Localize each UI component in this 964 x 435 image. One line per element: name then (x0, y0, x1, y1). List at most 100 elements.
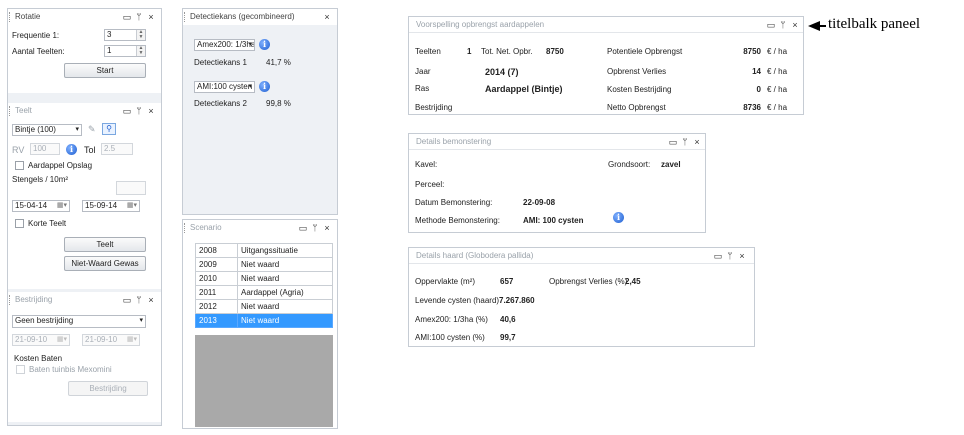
calendar-icon[interactable]: ▦▾ (127, 201, 137, 211)
aantal-teelten-stepper[interactable]: 1 ▲ ▼ (104, 45, 146, 57)
stengels-label: Stengels / 10m² (12, 175, 69, 184)
annotation-label: titelbalk paneel (828, 16, 921, 32)
search-binoculars-icon[interactable]: ⚲ (102, 123, 116, 135)
frequentie-label: Frequentie 1: (12, 31, 60, 40)
teelt-button[interactable]: Teelt (64, 237, 146, 252)
scenario-titlebar[interactable]: Scenario ▭ ᛘ × (183, 220, 337, 236)
info-icon[interactable]: i (613, 212, 624, 223)
detectiekans-titlebar[interactable]: Detectiekans (gecombineerd) × (183, 9, 337, 25)
stepper-arrows-icon[interactable]: ▲ ▼ (136, 30, 145, 40)
korte-teelt-label: Korte Teelt (28, 219, 67, 228)
rv-label: RV (12, 145, 25, 155)
close-icon[interactable]: × (145, 292, 157, 308)
bemonstering-panel: Details bemonstering ▭ ᛘ × Kavel: Grondsoo… (408, 133, 706, 233)
scenario-year: 2012 (195, 299, 238, 314)
bestrijding-end-date: 21-09-10 ▦▾ (82, 334, 140, 346)
scenario-year: 2008 (195, 243, 238, 258)
restore-icon[interactable]: ▭ (667, 134, 679, 150)
korte-teelt-checkbox[interactable] (15, 219, 24, 228)
kosten-bestrijding-label: Kosten Bestrijding (607, 85, 672, 94)
potentiele-opbrengst-label: Potentiele Opbrengst (607, 47, 683, 56)
pin-icon[interactable]: ᛘ (133, 292, 145, 308)
info-icon[interactable]: i (259, 81, 270, 92)
haard-titlebar[interactable]: Details haard (Globodera pallida) ▭ ᛘ × (409, 248, 754, 264)
stepper-arrows-icon[interactable]: ▲ ▼ (136, 46, 145, 56)
table-row[interactable]: 2009 Niet waard (195, 257, 333, 272)
detectiekans-title: Detectiekans (gecombineerd) (190, 12, 295, 21)
jaar-label: Jaar (415, 67, 431, 76)
restore-icon[interactable]: ▭ (712, 248, 724, 264)
restore-icon[interactable]: ▭ (765, 17, 777, 33)
table-row[interactable]: 2011 Aardappel (Agria) (195, 285, 333, 300)
unit-label: € / ha (767, 85, 788, 94)
bestrijding-select[interactable]: Geen bestrijding ▾ (12, 315, 146, 328)
restore-icon[interactable]: ▭ (121, 103, 133, 119)
calendar-icon: ▦▾ (126, 336, 137, 343)
scenario-label: Niet waard (237, 271, 333, 286)
pin-icon[interactable]: ᛘ (777, 17, 789, 33)
table-row-selected[interactable]: 2013 Niet waard (195, 313, 333, 328)
table-row[interactable]: 2008 Uitgangssituatie (195, 243, 333, 258)
info-icon[interactable]: i (259, 39, 270, 50)
bestrijding-button: Bestrijding (68, 381, 148, 396)
aardappel-opslag-checkbox[interactable] (15, 161, 24, 170)
detectiekans-panel: Detectiekans (gecombineerd) × Amex200: 1… (182, 8, 338, 215)
detectiekans-1-label: Detectiekans 1 (194, 58, 247, 67)
amex200-value: 40,6 (500, 315, 516, 324)
ras-value: Aardappel (Bintje) (485, 84, 563, 94)
pin-icon[interactable]: ᛘ (724, 248, 736, 264)
pin-icon[interactable]: ᛘ (309, 220, 321, 236)
table-row[interactable]: 2012 Niet waard (195, 299, 333, 314)
frequentie-stepper[interactable]: 3 ▲ ▼ (104, 29, 146, 41)
table-row[interactable]: 2010 Niet waard (195, 271, 333, 286)
kosten-baten-label: Kosten Baten (14, 354, 63, 363)
opbrengst-verlies-value: 14 (752, 67, 761, 76)
close-icon[interactable]: × (145, 103, 157, 119)
bemonstering-titlebar[interactable]: Details bemonstering ▭ ᛘ × (409, 134, 705, 150)
teelt-end-date[interactable]: 15-09-14 ▦▾ (82, 200, 140, 212)
frequentie-value: 3 (107, 30, 112, 39)
haard-panel: Details haard (Globodera pallida) ▭ ᛘ × Op… (408, 247, 755, 347)
bestrijding-panel: Bestrijding ▭ ᛘ × Geen bestrijding ▾ 21-09… (8, 292, 161, 422)
close-icon[interactable]: × (145, 9, 157, 25)
pin-icon[interactable]: ᛘ (133, 9, 145, 25)
close-icon[interactable]: × (736, 248, 748, 264)
restore-icon[interactable]: ▭ (297, 220, 309, 236)
detectiekans-1-value: 41,7 % (266, 58, 291, 67)
close-icon[interactable]: × (321, 220, 333, 236)
oppervlakte-label: Oppervlakte (m²) (415, 277, 476, 286)
datum-bemonstering-value: 22-09-08 (523, 198, 556, 207)
teelt-start-date-value: 15-04-14 (15, 201, 48, 210)
aantal-teelten-value: 1 (107, 46, 112, 55)
voorspelling-titlebar[interactable]: Voorspelling opbrengst aardappelen ▭ ᛘ × (409, 17, 803, 33)
restore-icon[interactable]: ▭ (121, 292, 133, 308)
unit-label: € / ha (767, 103, 788, 112)
start-button[interactable]: Start (64, 63, 146, 78)
edit-pencil-icon[interactable]: ✎ (88, 124, 96, 135)
detectie-select-1-value: Amex200: 1/3ha (197, 40, 255, 49)
rv-value: 100 (33, 144, 47, 153)
close-icon[interactable]: × (789, 17, 801, 33)
detectie-select-1[interactable]: Amex200: 1/3ha ▾ (194, 39, 255, 51)
scenario-table: 2008 Uitgangssituatie 2009 Niet waard 2010… (195, 243, 333, 328)
tol-label: Tol (84, 145, 96, 155)
pin-icon[interactable]: ᛘ (133, 103, 145, 119)
ras-select[interactable]: Bintje (100) ▾ (12, 124, 82, 136)
bemonstering-title: Details bemonstering (416, 137, 492, 146)
bestrijding-titlebar[interactable]: Bestrijding ▭ ᛘ × (8, 292, 161, 308)
rotatie-titlebar[interactable]: Rotatie ▭ ᛘ × (8, 9, 161, 25)
restore-icon[interactable]: ▭ (121, 9, 133, 25)
close-icon[interactable]: × (321, 9, 333, 25)
pin-icon[interactable]: ᛘ (679, 134, 691, 150)
scenario-year: 2009 (195, 257, 238, 272)
close-icon[interactable]: × (691, 134, 703, 150)
teelt-titlebar[interactable]: Teelt ▭ ᛘ × (8, 103, 161, 119)
detectie-select-2[interactable]: AMI:100 cysten ▾ (194, 81, 255, 93)
calendar-icon[interactable]: ▦▾ (57, 201, 67, 211)
info-icon[interactable]: i (66, 144, 77, 155)
scenario-label: Aardappel (Agria) (237, 285, 333, 300)
baten-checkbox (16, 365, 25, 374)
calendar-icon: ▦▾ (56, 336, 67, 343)
niet-waard-gewas-button[interactable]: Niet-Waard Gewas (64, 256, 146, 271)
teelt-start-date[interactable]: 15-04-14 ▦▾ (12, 200, 70, 212)
